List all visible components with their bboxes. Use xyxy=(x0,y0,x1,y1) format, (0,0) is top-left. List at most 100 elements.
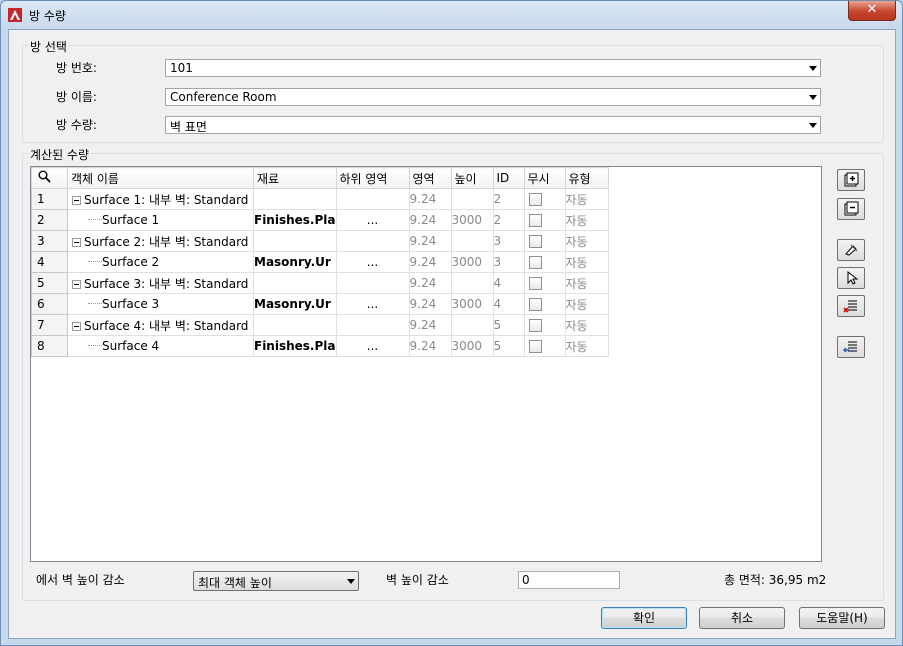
row-material[interactable]: Finishes.Pla xyxy=(253,209,337,231)
grid-search-cell[interactable] xyxy=(31,167,68,189)
row-height xyxy=(450,314,494,336)
table-row[interactable]: 8 Surface 4 Finishes.Pla... 9.24 3000 5 자동 xyxy=(31,335,609,357)
column-header-type[interactable]: 유형 xyxy=(564,167,609,189)
import-list-button[interactable] xyxy=(837,336,865,358)
row-number[interactable]: 3 xyxy=(31,230,68,252)
row-subarea[interactable] xyxy=(335,230,410,252)
collapse-icon[interactable] xyxy=(72,279,81,289)
table-row[interactable]: 6 Surface 3 Masonry.Ur... 9.24 3000 4 자동 xyxy=(31,293,609,315)
ignore-checkbox[interactable] xyxy=(528,340,542,353)
row-name-cell[interactable]: Surface 3: 내부 벽: Standard xyxy=(67,272,254,294)
row-subarea[interactable]: ... xyxy=(335,251,410,273)
row-area: 9.24 xyxy=(408,188,452,210)
ok-button[interactable]: 확인 xyxy=(601,607,687,629)
row-height: 3000 xyxy=(450,251,494,273)
room-number-select[interactable]: 101 xyxy=(165,59,821,77)
row-number[interactable]: 4 xyxy=(31,251,68,273)
row-subarea[interactable]: ... xyxy=(335,293,410,315)
table-row[interactable]: 7 Surface 4: 내부 벽: Standard 9.24 5 자동 xyxy=(31,314,609,336)
row-number[interactable]: 8 xyxy=(31,335,68,357)
column-header-ignore[interactable]: 무시 xyxy=(523,167,566,189)
reduce-from-select[interactable]: 최대 객체 높이 xyxy=(193,571,359,591)
row-number[interactable]: 6 xyxy=(31,293,68,315)
room-quantity-select[interactable]: 벽 표면 xyxy=(165,116,821,134)
row-height: 3000 xyxy=(450,209,494,231)
row-number[interactable]: 2 xyxy=(31,209,68,231)
row-subarea[interactable]: ... xyxy=(335,209,410,231)
row-number[interactable]: 7 xyxy=(31,314,68,336)
ignore-checkbox[interactable] xyxy=(528,193,542,206)
row-number[interactable]: 5 xyxy=(31,272,68,294)
row-id: 4 xyxy=(492,272,525,294)
row-name-cell[interactable]: Surface 4: 내부 벽: Standard xyxy=(67,314,254,336)
row-ignore-cell xyxy=(523,188,566,210)
column-header-area[interactable]: 영역 xyxy=(408,167,452,189)
row-number[interactable]: 1 xyxy=(31,188,68,210)
delete-list-button[interactable] xyxy=(837,295,865,317)
select-object-button[interactable] xyxy=(837,267,865,289)
row-name-cell[interactable]: Surface 1: 내부 벽: Standard xyxy=(67,188,254,210)
ignore-checkbox[interactable] xyxy=(528,298,542,311)
chevron-down-icon xyxy=(809,123,817,128)
chevron-down-icon xyxy=(347,579,355,584)
row-subarea[interactable]: ... xyxy=(335,335,410,357)
row-id: 5 xyxy=(492,314,525,336)
quantity-grid[interactable]: 객체 이름 재료 하위 영역 영역 높이 ID 무시 유형 1 Surface 1… xyxy=(30,166,822,562)
table-row[interactable]: 3 Surface 2: 내부 벽: Standard 9.24 3 자동 xyxy=(31,230,609,252)
row-material[interactable] xyxy=(253,314,337,336)
row-type: 자동 xyxy=(564,335,609,357)
wall-height-reduce-input[interactable]: 0 xyxy=(518,571,620,589)
row-area: 9.24 xyxy=(408,293,452,315)
row-name-cell[interactable]: Surface 1 xyxy=(67,209,254,231)
row-id: 4 xyxy=(492,293,525,315)
table-row[interactable]: 1 Surface 1: 내부 벽: Standard 9.24 2 자동 xyxy=(31,188,609,210)
ignore-checkbox[interactable] xyxy=(528,256,542,269)
room-name-select[interactable]: Conference Room xyxy=(165,88,821,106)
row-height: 3000 xyxy=(450,293,494,315)
row-type: 자동 xyxy=(564,209,609,231)
ignore-checkbox[interactable] xyxy=(528,214,542,227)
row-object-name: Surface 1: 내부 벽: Standard xyxy=(84,192,249,207)
remove-row-button[interactable] xyxy=(837,198,865,220)
row-material[interactable]: Finishes.Pla xyxy=(253,335,337,357)
collapse-icon[interactable] xyxy=(72,195,81,205)
row-subarea[interactable] xyxy=(335,314,410,336)
ignore-checkbox[interactable] xyxy=(528,235,542,248)
autocad-logo-icon xyxy=(8,8,22,22)
close-button[interactable]: ✕ xyxy=(848,1,896,21)
row-name-cell[interactable]: Surface 4 xyxy=(67,335,254,357)
ignore-checkbox[interactable] xyxy=(528,319,542,332)
help-button[interactable]: 도움말(H) xyxy=(799,607,885,629)
row-ignore-cell xyxy=(523,335,566,357)
row-material[interactable] xyxy=(253,188,337,210)
remove-row-icon xyxy=(844,201,859,216)
pick-object-button[interactable] xyxy=(837,239,865,261)
row-subarea[interactable] xyxy=(335,272,410,294)
cancel-button[interactable]: 취소 xyxy=(699,607,785,629)
row-material[interactable] xyxy=(253,272,337,294)
row-type: 자동 xyxy=(564,188,609,210)
row-name-cell[interactable]: Surface 2 xyxy=(67,251,254,273)
row-subarea[interactable] xyxy=(335,188,410,210)
column-header-name[interactable]: 객체 이름 xyxy=(67,167,254,189)
row-name-cell[interactable]: Surface 3 xyxy=(67,293,254,315)
column-header-id[interactable]: ID xyxy=(492,167,525,189)
collapse-icon[interactable] xyxy=(72,237,81,247)
column-header-subarea[interactable]: 하위 영역 xyxy=(335,167,410,189)
table-row[interactable]: 2 Surface 1 Finishes.Pla... 9.24 3000 2 자동 xyxy=(31,209,609,231)
add-row-button[interactable] xyxy=(837,169,865,191)
column-header-height[interactable]: 높이 xyxy=(450,167,494,189)
column-header-material[interactable]: 재료 xyxy=(253,167,337,189)
row-name-cell[interactable]: Surface 2: 내부 벽: Standard xyxy=(67,230,254,252)
collapse-icon[interactable] xyxy=(72,321,81,331)
row-material[interactable]: Masonry.Ur xyxy=(253,251,337,273)
row-material[interactable]: Masonry.Ur xyxy=(253,293,337,315)
row-object-name: Surface 2: 내부 벽: Standard xyxy=(84,234,249,249)
table-row[interactable]: 5 Surface 3: 내부 벽: Standard 9.24 4 자동 xyxy=(31,272,609,294)
row-material[interactable] xyxy=(253,230,337,252)
room-selection-label: 방 선택 xyxy=(28,38,69,55)
table-row[interactable]: 4 Surface 2 Masonry.Ur... 9.24 3000 3 자동 xyxy=(31,251,609,273)
row-ignore-cell xyxy=(523,314,566,336)
ignore-checkbox[interactable] xyxy=(528,277,542,290)
row-ignore-cell xyxy=(523,209,566,231)
